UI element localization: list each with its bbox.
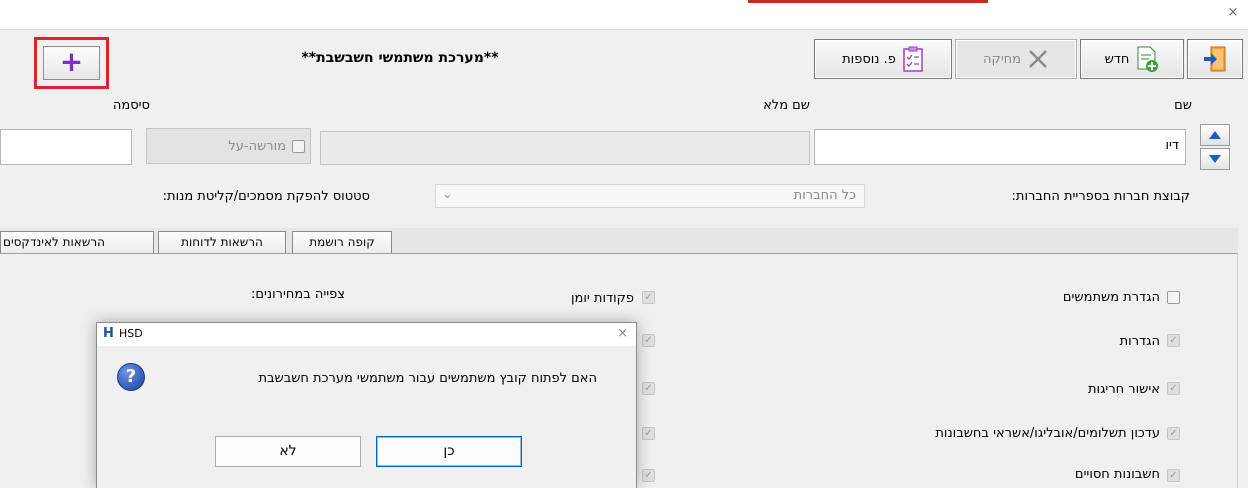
tab-cash-register[interactable]: קופה רושמת xyxy=(292,231,392,253)
highlight-frame: + xyxy=(34,37,109,89)
company-group-value: כל החברות xyxy=(793,188,856,203)
previous-record-button[interactable] xyxy=(1200,124,1230,146)
chevron-down-icon: ⌄ xyxy=(442,187,453,202)
delete-button[interactable]: מחיקה xyxy=(955,39,1077,79)
perm-label-settings: הגדרות xyxy=(1119,334,1160,349)
accent-strip xyxy=(748,0,988,3)
dialog-message: האם לפתוח קובץ משתמשים עבור משתמשי מערכת… xyxy=(258,371,597,386)
tab-report-permissions[interactable]: הרשאות לדוחות xyxy=(158,231,286,253)
name-input[interactable]: דיו xyxy=(814,129,1186,165)
dialog-footer xyxy=(97,436,636,488)
more-functions-label: פ. נוספות xyxy=(842,51,896,67)
hsd-logo-icon: H xyxy=(103,326,114,341)
fullname-input[interactable] xyxy=(320,131,810,165)
perm-label-users: הגדרת משתמשים xyxy=(1062,290,1160,305)
password-label: סיסמה xyxy=(112,98,150,113)
perm-label-journal: פקודות יומן xyxy=(570,291,634,306)
yes-button[interactable]: כן xyxy=(376,436,522,467)
more-functions-button[interactable]: פ. נוספות xyxy=(814,39,952,79)
perm-checkbox-payments[interactable] xyxy=(1167,427,1180,440)
perm-checkbox-journal[interactable] xyxy=(642,291,655,304)
name-input-value: דיו xyxy=(1165,138,1179,153)
arrow-up-icon xyxy=(1209,131,1221,139)
dialog-title-bar: H HSD × xyxy=(97,323,636,346)
dialog-title: HSD xyxy=(119,327,143,340)
delete-x-icon xyxy=(1029,50,1047,68)
company-group-select[interactable]: כל החברות ⌄ xyxy=(435,184,865,208)
next-record-button[interactable] xyxy=(1200,148,1230,170)
perm-checkbox-middle-3[interactable] xyxy=(642,382,655,395)
new-button[interactable]: חדש xyxy=(1080,39,1184,79)
perm-label-exceptions: אישור חריגות xyxy=(1087,382,1160,397)
clipboard-icon xyxy=(903,46,923,72)
perm-label-payments: עדכון תשלומים/אובליגו/אשראי בחשבונות xyxy=(935,426,1160,441)
exit-door-icon xyxy=(1204,46,1226,72)
confirm-dialog: H HSD × ? האם לפתוח קובץ משתמשים עבור מש… xyxy=(96,322,637,488)
new-button-label: חדש xyxy=(1104,51,1130,67)
window-close-icon[interactable]: × xyxy=(1226,6,1240,20)
no-button[interactable]: לא xyxy=(215,436,361,467)
perm-checkbox-settings[interactable] xyxy=(1167,334,1180,347)
delete-button-label: מחיקה xyxy=(983,51,1021,67)
dialog-body xyxy=(97,346,636,436)
name-label: שם xyxy=(1174,98,1192,113)
password-input[interactable] xyxy=(0,129,132,165)
perm-checkbox-exceptions[interactable] xyxy=(1167,382,1180,395)
perm-checkbox-middle-4[interactable] xyxy=(642,427,655,440)
title-bar xyxy=(0,0,1248,30)
super-user-toggle[interactable]: מורשה-על xyxy=(146,128,311,164)
add-button[interactable]: + xyxy=(43,46,100,80)
arrow-down-icon xyxy=(1209,155,1221,163)
super-user-checkbox[interactable] xyxy=(292,140,305,153)
perm-checkbox-users[interactable] xyxy=(1167,291,1180,304)
new-document-icon xyxy=(1137,46,1159,72)
company-group-label: קבוצת חברות בספריית החברות: xyxy=(1011,189,1190,204)
perm-checkbox-middle-5[interactable] xyxy=(642,469,655,482)
super-user-label: מורשה-על xyxy=(228,139,286,154)
dialog-close-icon[interactable]: × xyxy=(617,326,628,341)
perm-checkbox-hidden-accounts[interactable] xyxy=(1167,469,1180,482)
question-icon: ? xyxy=(117,363,145,391)
price-view-label: צפייה במחירונים: xyxy=(250,287,345,302)
perm-checkbox-middle-2[interactable] xyxy=(642,334,655,347)
status-label: סטטוס להפקת מסמכים/קליטת מנות: xyxy=(162,189,370,204)
exit-button[interactable] xyxy=(1187,39,1243,79)
perm-label-hidden-accounts: חשבונות חסויים xyxy=(1074,467,1160,482)
tab-index-permissions[interactable]: הרשאות לאינדקסים xyxy=(0,231,154,253)
fullname-label: שם מלא xyxy=(763,98,810,113)
page-title: **מערכת משתמשי חשבשבת** xyxy=(301,50,499,66)
